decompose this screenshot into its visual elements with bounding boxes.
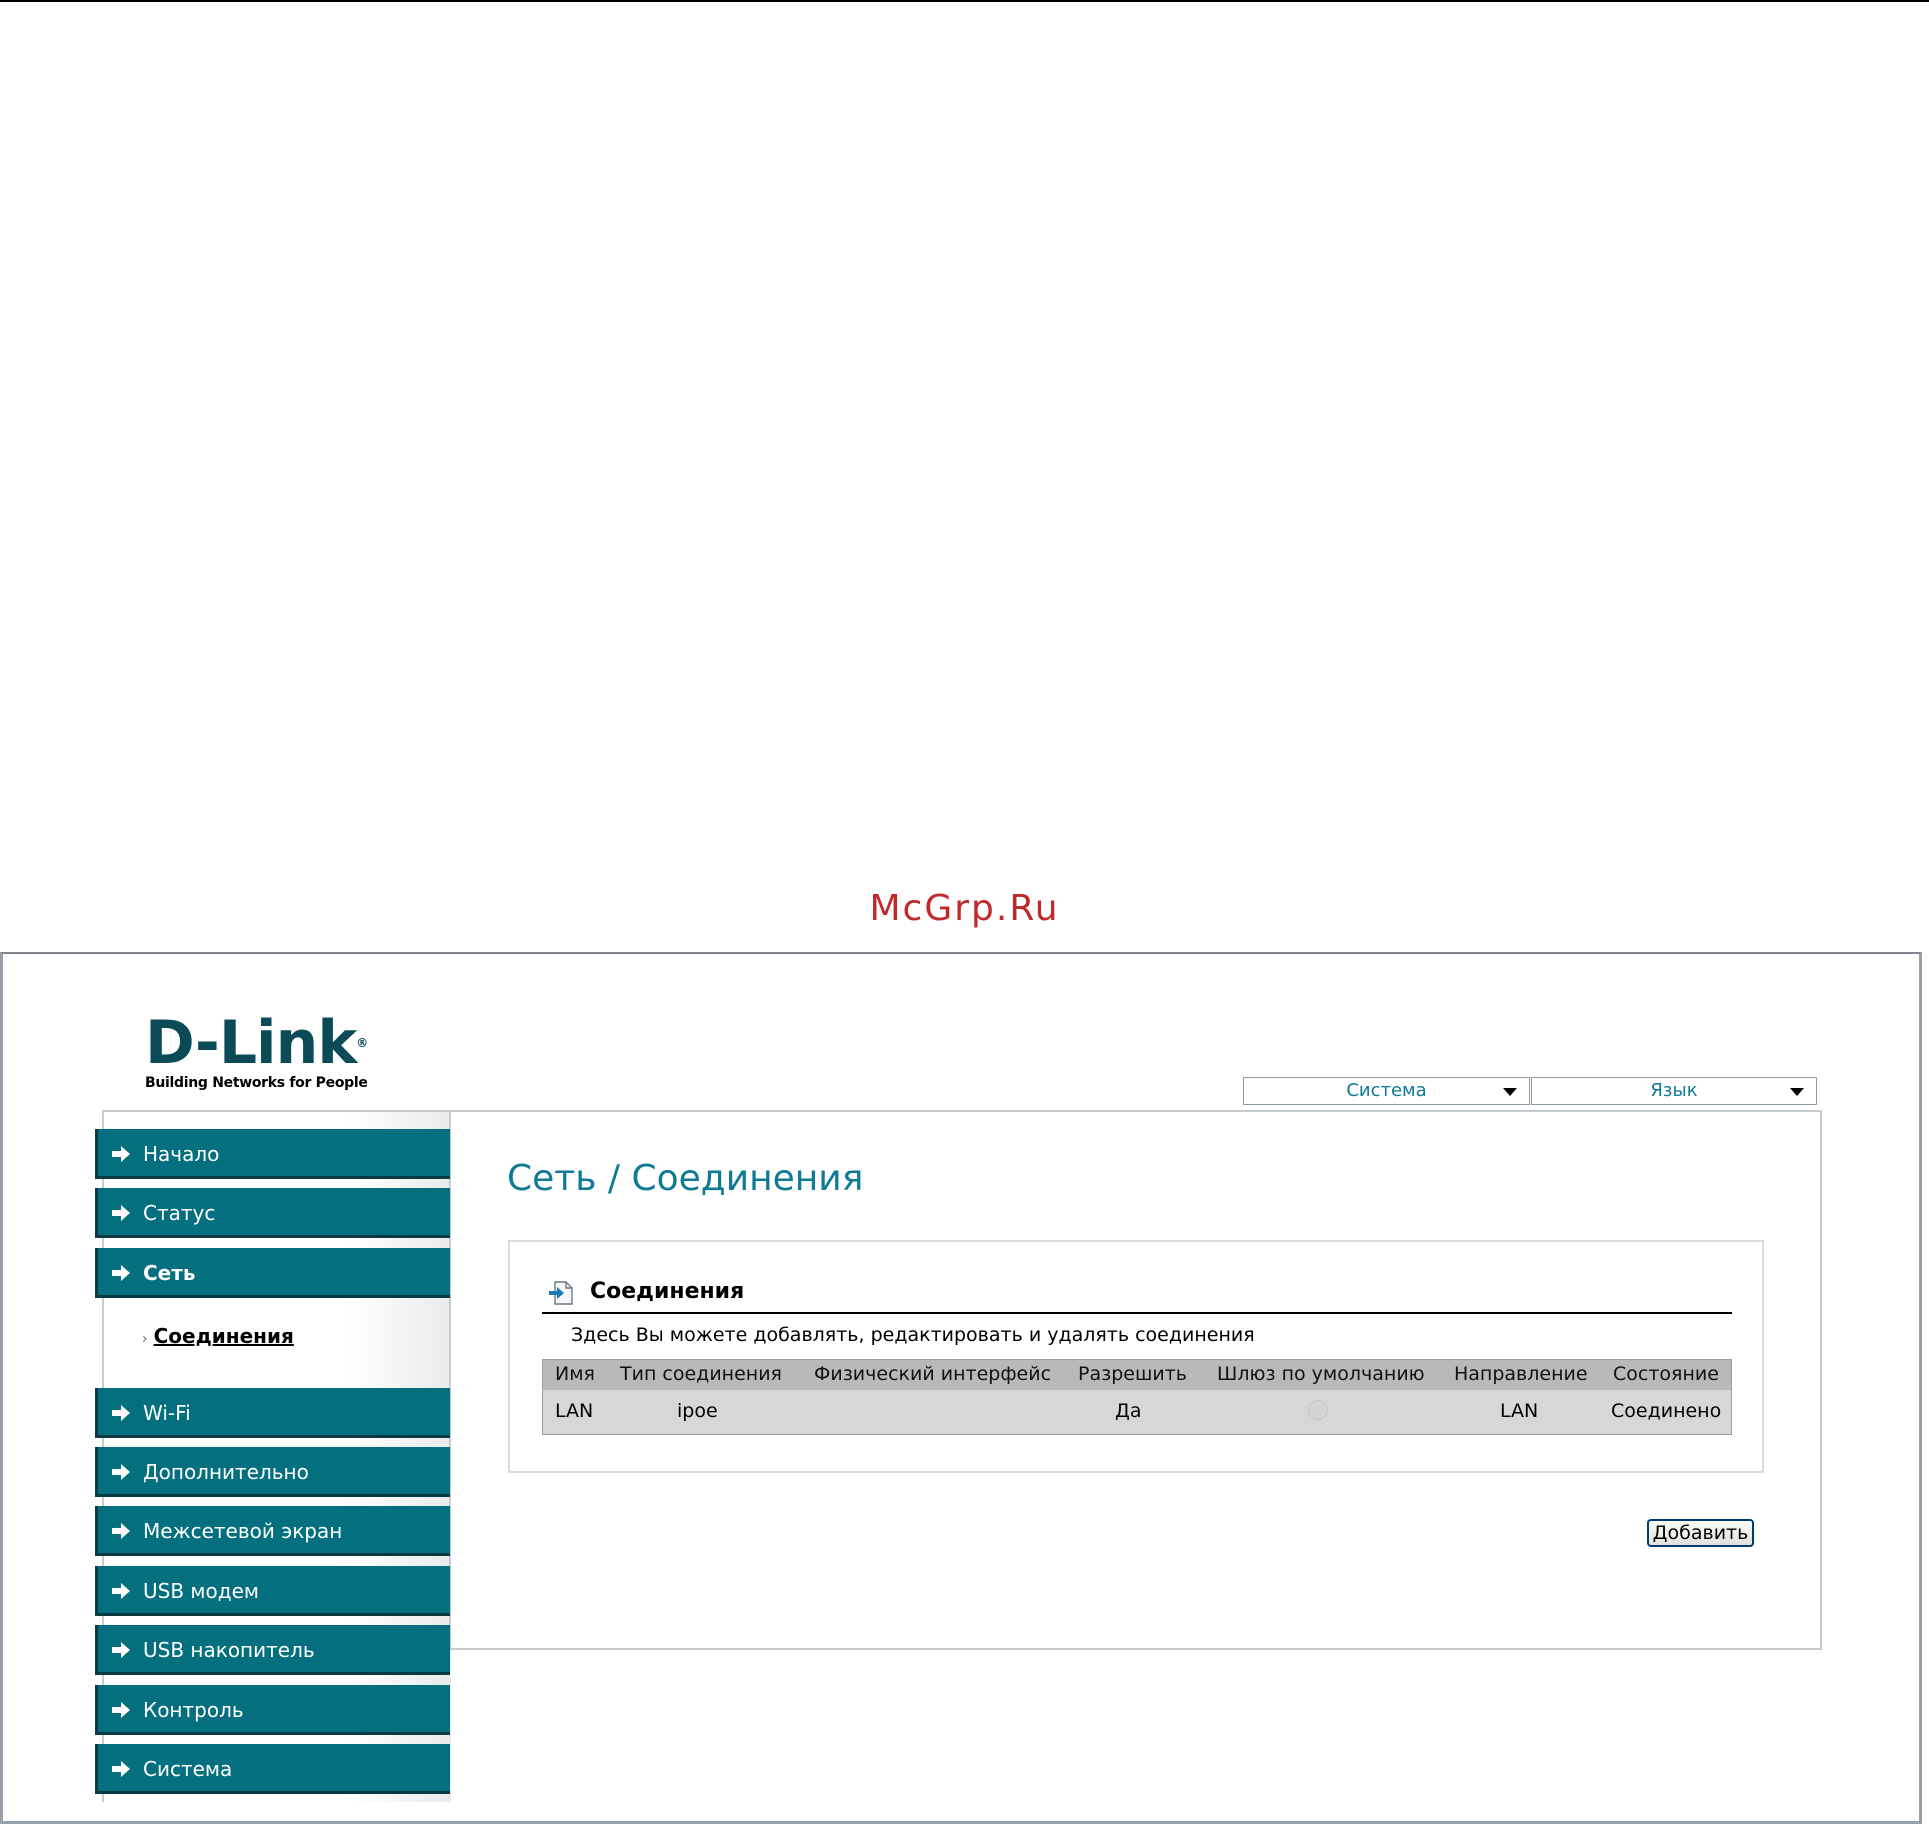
row-direction: LAN — [1500, 1400, 1539, 1422]
sidebar-item-label: Wi-Fi — [143, 1401, 191, 1425]
section-page-icon — [549, 1281, 573, 1305]
table-header: Имя Тип соединения Физический интерфейс … — [543, 1360, 1731, 1390]
watermark: McGrp.Ru — [869, 888, 1060, 929]
sidebar-item-control[interactable]: Контроль — [95, 1685, 450, 1735]
bullet-icon: › — [142, 1331, 148, 1347]
sidebar-item-label: USB модем — [143, 1579, 259, 1603]
dlink-logo: D-Link® Building Networks for People — [145, 1013, 368, 1091]
sidebar-subitem-connections[interactable]: › Соединения — [142, 1324, 294, 1348]
sidebar-item-status[interactable]: Статус — [95, 1188, 450, 1238]
chevron-down-icon — [1790, 1088, 1804, 1096]
default-gateway-radio[interactable] — [1308, 1400, 1328, 1420]
column-header-state: Состояние — [1613, 1363, 1719, 1385]
column-header-gateway: Шлюз по умолчанию — [1217, 1363, 1425, 1385]
logo-tagline: Building Networks for People — [145, 1075, 368, 1091]
arrow-right-icon — [112, 1205, 130, 1221]
sidebar-item-label: Межсетевой экран — [143, 1519, 343, 1543]
arrow-right-icon — [112, 1265, 130, 1281]
arrow-right-icon — [112, 1642, 130, 1658]
arrow-right-icon — [112, 1405, 130, 1421]
column-header-name: Имя — [555, 1363, 595, 1385]
row-name: LAN — [555, 1400, 594, 1422]
sidebar-item-firewall[interactable]: Межсетевой экран — [95, 1506, 450, 1556]
section-title: Соединения — [590, 1279, 745, 1304]
arrow-right-icon — [112, 1702, 130, 1718]
chevron-down-icon — [1503, 1088, 1517, 1096]
page-title: Сеть / Соединения — [507, 1158, 864, 1199]
sidebar-item-label: USB накопитель — [143, 1638, 315, 1662]
sidebar-item-wifi[interactable]: Wi-Fi — [95, 1388, 450, 1438]
system-menu-label: Система — [1346, 1080, 1427, 1101]
sidebar-item-label: Статус — [143, 1201, 216, 1225]
sidebar-item-usb-storage[interactable]: USB накопитель — [95, 1625, 450, 1675]
sidebar-item-home[interactable]: Начало — [95, 1129, 450, 1179]
language-menu-dropdown[interactable]: Язык — [1531, 1077, 1817, 1105]
sidebar-item-label: Контроль — [143, 1698, 244, 1722]
row-state: Соединено — [1611, 1400, 1722, 1422]
arrow-right-icon — [112, 1583, 130, 1599]
row-enabled: Да — [1115, 1400, 1142, 1422]
sidebar-item-label: Сеть — [143, 1261, 196, 1285]
logo-name: D-Link — [145, 1008, 357, 1078]
sidebar-item-label: Дополнительно — [143, 1460, 309, 1484]
sidebar-item-network[interactable]: Сеть — [95, 1248, 450, 1298]
add-connection-button[interactable]: Добавить — [1647, 1519, 1754, 1547]
sidebar-item-label: Начало — [143, 1142, 220, 1166]
column-header-enabled: Разрешить — [1078, 1363, 1187, 1385]
column-header-type: Тип соединения — [620, 1363, 782, 1385]
connections-panel — [508, 1240, 1764, 1473]
row-type: ipoe — [677, 1400, 718, 1422]
page-top-line — [0, 0, 1929, 2]
arrow-right-icon — [112, 1146, 130, 1162]
sidebar-item-advanced[interactable]: Дополнительно — [95, 1447, 450, 1497]
language-menu-label: Язык — [1650, 1080, 1698, 1101]
sidebar-item-usb-modem[interactable]: USB модем — [95, 1566, 450, 1616]
section-divider — [542, 1312, 1732, 1314]
section-description: Здесь Вы можете добавлять, редактировать… — [571, 1324, 1255, 1346]
sidebar-item-system[interactable]: Система — [95, 1744, 450, 1794]
sidebar-subitem-label: Соединения — [153, 1324, 294, 1348]
column-header-direction: Направление — [1454, 1363, 1588, 1385]
arrow-right-icon — [112, 1464, 130, 1480]
column-header-interface: Физический интерфейс — [814, 1363, 1052, 1385]
arrow-right-icon — [112, 1761, 130, 1777]
arrow-right-icon — [112, 1523, 130, 1539]
logo-registered: ® — [356, 1036, 368, 1050]
system-menu-dropdown[interactable]: Система — [1243, 1077, 1530, 1105]
connections-table: Имя Тип соединения Физический интерфейс … — [542, 1359, 1732, 1435]
sidebar-item-label: Система — [143, 1757, 233, 1781]
